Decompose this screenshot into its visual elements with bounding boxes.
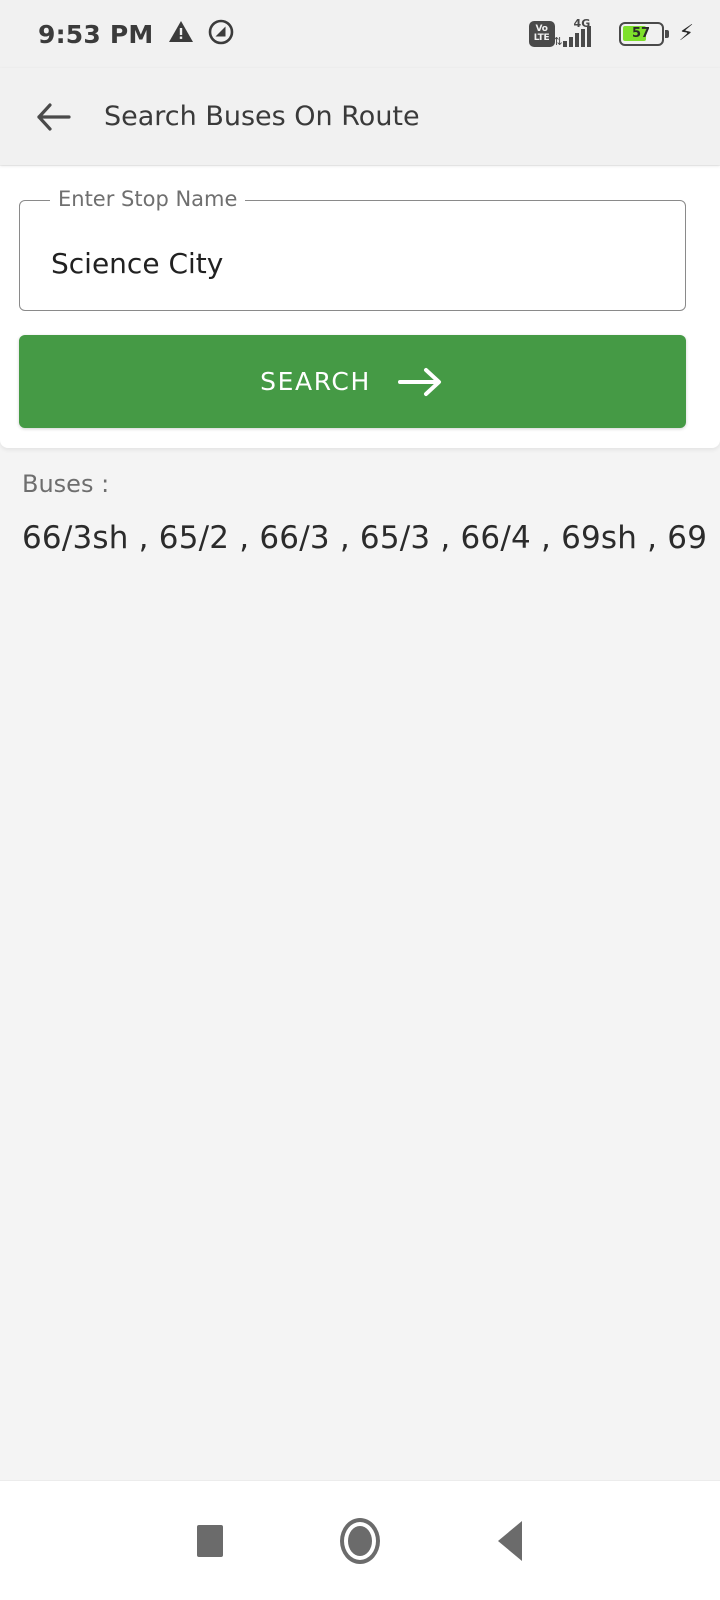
battery-body: 57 (618, 22, 664, 46)
do-not-disturb-icon (208, 19, 234, 49)
search-card: Enter Stop Name SEARCH (0, 166, 720, 448)
square-recents-icon (197, 1524, 223, 1557)
results-label: Buses : (22, 470, 110, 498)
circle-home-icon (340, 1517, 380, 1564)
signal-strength-icon: 4G ⇅ (554, 17, 611, 51)
battery-icon: 57 (618, 21, 669, 47)
status-bar: 9:53 PM Vo LTE 4G ⇅ 57 ⚡ (0, 0, 720, 68)
battery-percent-label: 57 (632, 26, 651, 41)
arrow-right-icon (397, 367, 441, 396)
charging-bolt-icon: ⚡ (678, 21, 694, 46)
stop-name-label: Enter Stop Name (50, 187, 246, 211)
battery-tip (664, 30, 669, 38)
back-navigation-button[interactable] (28, 91, 80, 143)
signal-bars (562, 26, 591, 47)
triangle-back-icon (498, 1520, 522, 1561)
search-button-label: SEARCH (260, 367, 371, 396)
volte-icon: Vo LTE (528, 21, 555, 47)
arrow-left-icon (37, 102, 71, 131)
app-bar: Search Buses On Route (0, 68, 720, 165)
recents-button[interactable] (135, 1481, 285, 1600)
stop-name-textfield[interactable]: Enter Stop Name (19, 187, 686, 311)
android-navigation-bar (0, 1480, 720, 1600)
status-clock: 9:53 PM (38, 19, 154, 49)
warning-triangle-icon (168, 20, 194, 48)
status-bar-left: 9:53 PM (38, 19, 234, 49)
stop-name-input[interactable] (51, 247, 651, 280)
bus-routes-list: 66/3sh , 65/2 , 66/3 , 65/3 , 66/4 , 69s… (22, 520, 708, 556)
page-title: Search Buses On Route (104, 101, 420, 132)
volte-bottom-text: LTE (533, 33, 550, 43)
search-button[interactable]: SEARCH (19, 335, 686, 428)
data-transfer-icon: ⇅ (553, 35, 563, 48)
home-button[interactable] (285, 1481, 435, 1600)
phone-screen: 9:53 PM Vo LTE 4G ⇅ 57 ⚡ Search Buses On… (0, 0, 720, 1600)
results-section: Buses : 66/3sh , 65/2 , 66/3 , 65/3 , 66… (0, 448, 720, 556)
status-bar-right: Vo LTE 4G ⇅ 57 ⚡ (528, 0, 694, 68)
system-back-button[interactable] (435, 1481, 585, 1600)
